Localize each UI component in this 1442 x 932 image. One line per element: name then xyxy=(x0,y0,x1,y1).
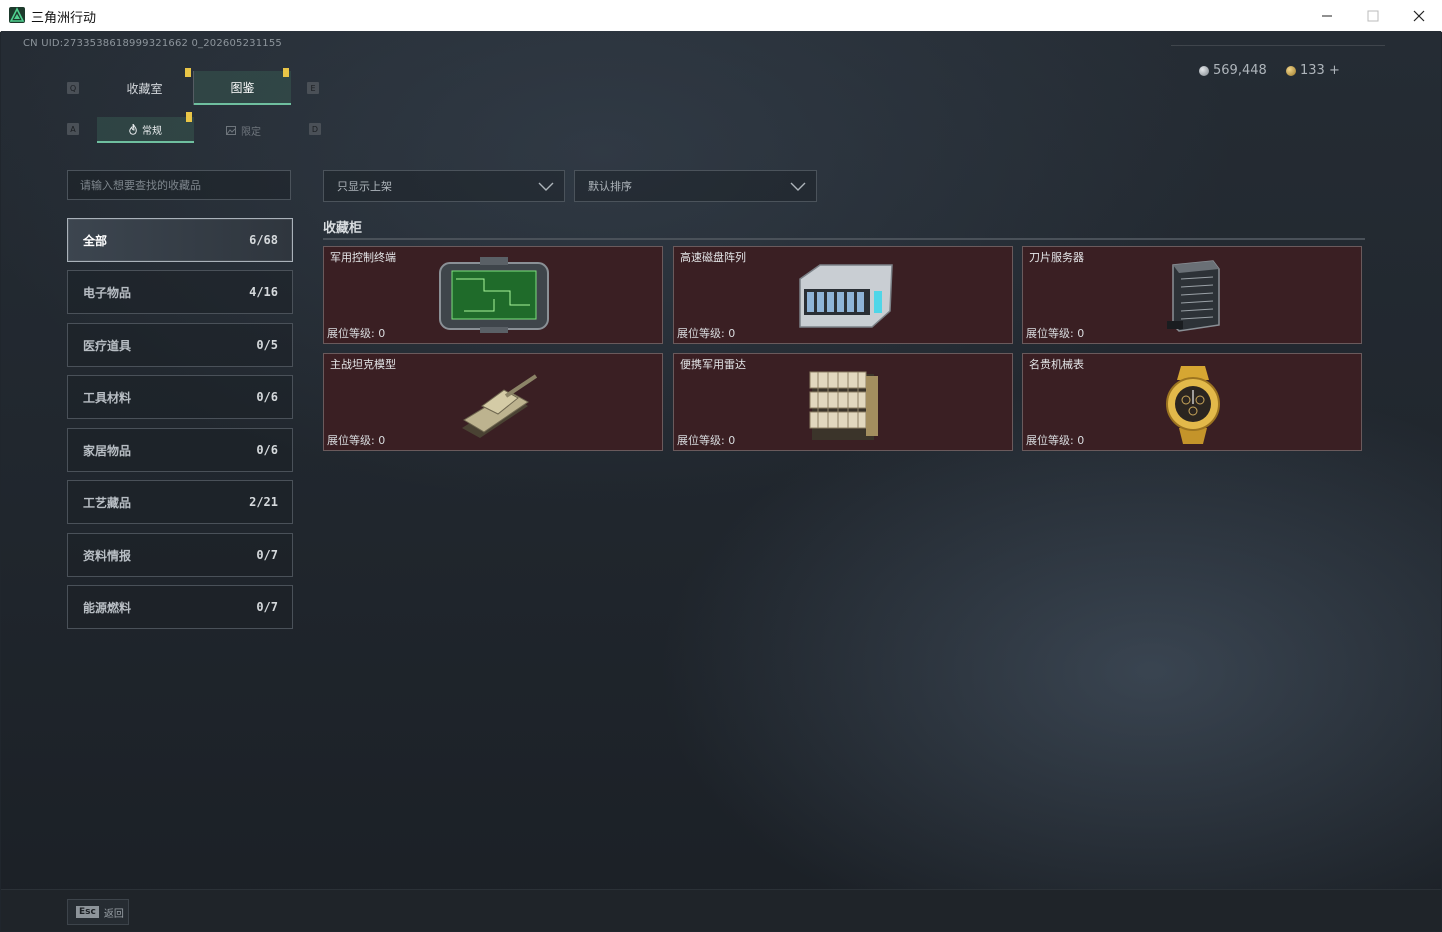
collectible-card-control-terminal[interactable]: 军用控制终端 展位等级: 0 xyxy=(323,246,663,344)
collectible-card-portable-radar[interactable]: 便携军用雷达 展位等级: 0 xyxy=(673,353,1013,451)
tab-collection-room[interactable]: 收藏室 xyxy=(96,68,194,105)
subtab-normal-label: 常规 xyxy=(142,125,162,137)
category-label: 工艺藏品 xyxy=(83,495,132,510)
player-uid: CN UID:2733538618999321662 0_20260523115… xyxy=(23,38,282,49)
category-tools[interactable]: 工具材料 0/6 xyxy=(67,375,293,419)
back-label: 返回 xyxy=(103,908,124,920)
tank-model-icon xyxy=(462,374,538,438)
subtab-normal[interactable]: 常规 xyxy=(97,112,194,143)
category-energy[interactable]: 能源燃料 0/7 xyxy=(67,585,293,629)
category-label: 全部 xyxy=(83,233,108,248)
category-label: 家居物品 xyxy=(83,443,132,458)
portable-radar-icon xyxy=(809,371,878,440)
silver-currency: 569,448 xyxy=(1199,63,1267,78)
subtab-right-key-hint: D xyxy=(309,123,321,135)
flame-icon xyxy=(129,123,137,135)
sort-value: 默认排序 xyxy=(588,180,632,193)
subtab-limited[interactable]: 限定 xyxy=(195,117,292,143)
category-electronics[interactable]: 电子物品 4/16 xyxy=(67,270,293,314)
tab-codex[interactable]: 图鉴 xyxy=(194,68,291,105)
gold-coin-icon xyxy=(1286,65,1296,76)
cabinet-divider xyxy=(323,238,1365,240)
esc-key-hint: Esc xyxy=(76,906,99,918)
tab-collection-label: 收藏室 xyxy=(126,81,163,96)
item-level: 展位等级: 0 xyxy=(327,327,386,340)
item-level: 展位等级: 0 xyxy=(677,327,736,340)
category-count: 0/6 xyxy=(256,390,278,404)
back-button[interactable]: Esc 返回 xyxy=(67,899,129,925)
item-level: 展位等级: 0 xyxy=(1026,434,1085,447)
blade-server-icon xyxy=(1167,260,1220,332)
category-label: 工具材料 xyxy=(83,390,132,405)
collectible-card-luxury-watch[interactable]: 名贵机械表 展位等级: 0 xyxy=(1022,353,1362,451)
game-viewport: CN UID:2733538618999321662 0_20260523115… xyxy=(1,31,1441,931)
chevron-down-icon xyxy=(538,182,554,191)
maximize-button[interactable] xyxy=(1350,0,1396,31)
window-titlebar: 三角洲行动 xyxy=(0,0,1442,32)
footer-bar: Esc 返回 xyxy=(1,889,1441,931)
category-crafts[interactable]: 工艺藏品 2/21 xyxy=(67,480,293,524)
search-placeholder: 请输入想要查找的收藏品 xyxy=(80,179,201,192)
app-logo-icon xyxy=(9,7,25,23)
category-label: 资料情报 xyxy=(83,548,132,563)
category-household[interactable]: 家居物品 0/6 xyxy=(67,428,293,472)
new-marker-icon xyxy=(283,68,289,77)
category-count: 6/68 xyxy=(249,233,278,247)
control-terminal-icon xyxy=(439,257,549,333)
category-intel[interactable]: 资料情报 0/7 xyxy=(67,533,293,577)
new-marker-icon xyxy=(185,68,191,77)
item-name: 高速磁盘阵列 xyxy=(680,251,746,264)
sort-dropdown[interactable]: 默认排序 xyxy=(574,170,817,202)
gold-amount[interactable]: 133 + xyxy=(1300,63,1340,78)
tab-codex-label: 图鉴 xyxy=(230,80,255,95)
category-count: 0/6 xyxy=(256,443,278,457)
category-count: 0/7 xyxy=(256,600,278,614)
item-name: 刀片服务器 xyxy=(1029,251,1084,264)
category-label: 能源燃料 xyxy=(83,600,132,615)
luxury-watch-icon xyxy=(1166,366,1220,444)
category-count: 0/7 xyxy=(256,548,278,562)
category-medical[interactable]: 医疗道具 0/5 xyxy=(67,323,293,367)
collectible-card-disk-array[interactable]: 高速磁盘阵列 展位等级: 0 xyxy=(673,246,1013,344)
search-input[interactable]: 请输入想要查找的收藏品 xyxy=(67,170,291,200)
new-marker-icon xyxy=(186,112,192,122)
item-name: 便携军用雷达 xyxy=(680,358,746,371)
category-all[interactable]: 全部 6/68 xyxy=(67,218,293,262)
collectible-card-tank-model[interactable]: 主战坦克模型 展位等级: 0 xyxy=(323,353,663,451)
header-divider xyxy=(1171,45,1385,46)
disk-array-icon xyxy=(799,264,893,328)
image-icon xyxy=(226,125,236,135)
cabinet-title: 收藏柜 xyxy=(323,221,363,236)
category-count: 0/5 xyxy=(256,338,278,352)
item-level: 展位等级: 0 xyxy=(327,434,386,447)
category-count: 2/21 xyxy=(249,495,278,509)
subtab-left-key-hint: A xyxy=(67,123,79,135)
silver-coin-icon xyxy=(1199,65,1209,76)
tab-right-key-hint: E xyxy=(307,82,319,94)
collectible-card-blade-server[interactable]: 刀片服务器 展位等级: 0 xyxy=(1022,246,1362,344)
close-button[interactable] xyxy=(1396,0,1442,31)
minimize-button[interactable] xyxy=(1304,0,1350,31)
subtab-limited-label: 限定 xyxy=(241,126,261,138)
shelf-filter-dropdown[interactable]: 只显示上架 xyxy=(323,170,565,202)
category-label: 电子物品 xyxy=(83,285,132,300)
chevron-down-icon xyxy=(790,182,806,191)
item-level: 展位等级: 0 xyxy=(677,434,736,447)
item-name: 名贵机械表 xyxy=(1029,358,1084,371)
category-label: 医疗道具 xyxy=(83,338,132,353)
window-title: 三角洲行动 xyxy=(31,11,97,26)
item-name: 军用控制终端 xyxy=(330,251,396,264)
item-name: 主战坦克模型 xyxy=(330,358,396,371)
shelf-filter-value: 只显示上架 xyxy=(337,180,392,193)
gold-currency[interactable]: 133 + xyxy=(1286,63,1340,78)
item-level: 展位等级: 0 xyxy=(1026,327,1085,340)
silver-amount: 569,448 xyxy=(1213,63,1267,78)
category-count: 4/16 xyxy=(249,285,278,299)
tab-left-key-hint: Q xyxy=(67,82,79,94)
